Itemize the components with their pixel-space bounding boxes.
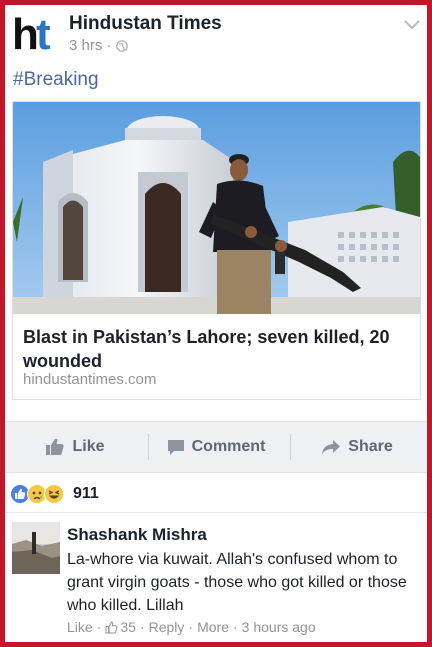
haha-reaction-icon	[44, 484, 64, 504]
comment-actions: Like · 35 · Reply · More · 3 hours ago	[67, 619, 316, 635]
commenter-avatar[interactable]	[12, 522, 60, 574]
hindustan-times-logo[interactable]: h t	[12, 14, 64, 54]
comment-text: La-whore via kuwait. Allah's confused wh…	[67, 551, 407, 614]
article-photo	[13, 102, 420, 314]
screenshot-frame: h t Hindustan Times 3 hrs · #Breaking Bl…	[0, 0, 432, 647]
meta-separator: ·	[106, 37, 112, 54]
thumbs-up-outline-icon	[105, 621, 118, 633]
reaction-count: 911	[73, 485, 99, 502]
divider	[5, 512, 427, 513]
comment-separator: ·	[188, 619, 194, 635]
comment-reply-link[interactable]: Reply	[149, 619, 185, 635]
svg-text:t: t	[36, 14, 51, 54]
comment-more-link[interactable]: More	[197, 619, 229, 635]
action-bar: Like Comment Share	[5, 421, 427, 473]
comment-separator: ·	[139, 619, 145, 635]
comment-author[interactable]: Shashank Mishra	[67, 525, 207, 545]
globe-icon	[116, 39, 129, 52]
post-meta: 3 hrs ·	[69, 37, 129, 54]
svg-text:h: h	[12, 14, 37, 54]
comment-separator: ·	[232, 619, 238, 635]
link-preview-card[interactable]: Blast in Pakistan’s Lahore; seven killed…	[12, 101, 421, 400]
comment-separator: ·	[96, 619, 102, 635]
comment-time[interactable]: 3 hours ago	[242, 619, 316, 635]
comment-button[interactable]: Comment	[146, 422, 286, 472]
like-button[interactable]: Like	[5, 422, 145, 472]
page-name[interactable]: Hindustan Times	[69, 13, 222, 35]
comment-bubble-icon	[167, 439, 184, 455]
reactions-summary[interactable]: 911	[10, 484, 99, 504]
share-arrow-icon	[322, 440, 341, 454]
link-domain: hindustantimes.com	[23, 371, 157, 388]
thumbs-up-icon	[46, 438, 65, 455]
comment-like-link[interactable]: Like	[67, 619, 93, 635]
post-time[interactable]: 3 hrs	[69, 37, 102, 54]
like-label: Like	[72, 438, 105, 455]
comment-like-count[interactable]: 35	[120, 619, 136, 635]
comment-label: Comment	[191, 438, 266, 455]
link-headline[interactable]: Blast in Pakistan’s Lahore; seven killed…	[23, 325, 408, 373]
share-label: Share	[348, 438, 393, 455]
share-button[interactable]: Share	[287, 422, 427, 472]
chevron-down-icon[interactable]	[403, 19, 421, 31]
hashtag-link[interactable]: #Breaking	[13, 69, 99, 91]
